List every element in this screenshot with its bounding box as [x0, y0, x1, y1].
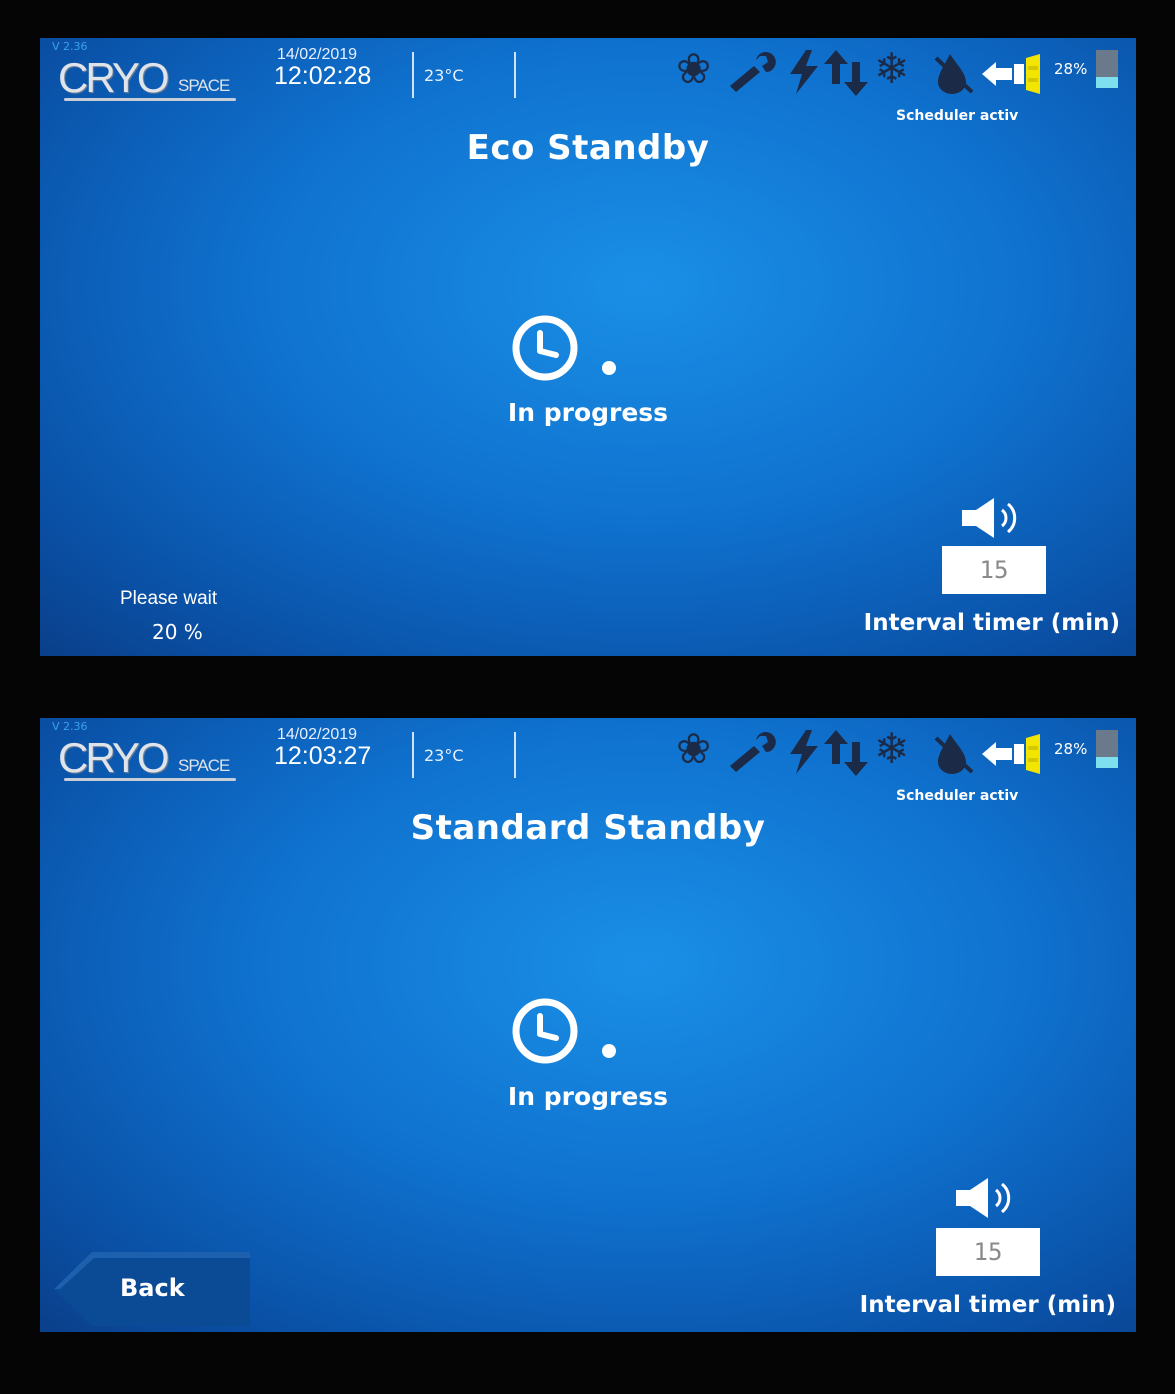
- logo-sub: SPACE: [178, 756, 230, 775]
- status-icon-bar: ❀ ❄: [676, 726, 1056, 778]
- time-label: 12:02:28: [274, 62, 372, 90]
- battery-icon: [1096, 50, 1118, 88]
- header-divider: [514, 52, 516, 98]
- battery-percent: 28%: [1054, 740, 1088, 758]
- interval-timer-label: Interval timer (min): [863, 610, 1120, 636]
- logo-swoosh: [64, 778, 236, 781]
- power-icon: [786, 50, 822, 98]
- header-divider: [412, 732, 414, 778]
- arrows-icon: [824, 50, 868, 100]
- logo-swoosh: [64, 98, 236, 101]
- wrench-icon: [726, 732, 782, 776]
- drop-icon: [932, 50, 976, 98]
- scheduler-status: Scheduler activ: [896, 788, 1019, 804]
- fan-icon: ❀: [676, 44, 712, 93]
- wait-label: Please wait: [120, 588, 218, 609]
- logo-brand: CRYO: [58, 734, 170, 781]
- battery-icon: [1096, 730, 1118, 768]
- cryospace-logo: CRYO SPACE: [58, 54, 248, 104]
- header-divider: [412, 52, 414, 98]
- power-icon: [786, 730, 822, 778]
- battery-percent: 28%: [1054, 60, 1088, 78]
- snowflake-icon: ❄: [874, 724, 910, 773]
- fan-icon: ❀: [676, 724, 712, 773]
- arrows-icon: [824, 730, 868, 780]
- battery-fill: [1096, 77, 1118, 88]
- battery-fill: [1096, 757, 1118, 768]
- interval-timer-label: Interval timer (min): [859, 1292, 1116, 1318]
- progress-dot: [602, 361, 616, 375]
- progress-label: In progress: [507, 398, 669, 427]
- snowflake-icon: ❄: [874, 44, 910, 93]
- progress-indicator: [510, 313, 630, 383]
- interval-timer-input[interactable]: [942, 546, 1046, 594]
- progress-label: In progress: [507, 1082, 669, 1111]
- logo-brand: CRYO: [58, 54, 170, 101]
- progress-indicator: [510, 996, 630, 1066]
- header-divider: [514, 732, 516, 778]
- back-button[interactable]: Back: [54, 1252, 250, 1326]
- cryospace-logo: CRYO SPACE: [58, 734, 248, 784]
- speaker-icon[interactable]: [960, 496, 1024, 540]
- page-title: Eco Standby: [466, 128, 710, 168]
- status-icon-bar: ❀ ❄: [676, 46, 1056, 98]
- standard-standby-screen: V 2.36 CRYO SPACE 14/02/2019 12:03:27 23…: [40, 718, 1136, 1332]
- progress-dot: [602, 1044, 616, 1058]
- wrench-icon: [726, 52, 782, 96]
- back-button-label: Back: [120, 1274, 185, 1302]
- version-label: V 2.36: [52, 40, 88, 53]
- cable-icon: [982, 734, 1048, 778]
- eco-standby-screen: V 2.36 CRYO SPACE 14/02/2019 12:02:28 23…: [40, 38, 1136, 656]
- wait-percent: 20 %: [152, 620, 203, 644]
- time-label: 12:03:27: [274, 742, 372, 770]
- logo-sub: SPACE: [178, 76, 230, 95]
- temperature-label: 23°C: [424, 746, 464, 765]
- version-label: V 2.36: [52, 720, 88, 733]
- temperature-label: 23°C: [424, 66, 464, 85]
- page-title: Standard Standby: [410, 808, 766, 848]
- clock-icon: [512, 998, 578, 1064]
- interval-timer-input[interactable]: [936, 1228, 1040, 1276]
- drop-icon: [932, 730, 976, 778]
- speaker-icon[interactable]: [954, 1176, 1018, 1220]
- scheduler-status: Scheduler activ: [896, 108, 1019, 124]
- cable-icon: [982, 54, 1048, 98]
- clock-icon: [512, 315, 578, 381]
